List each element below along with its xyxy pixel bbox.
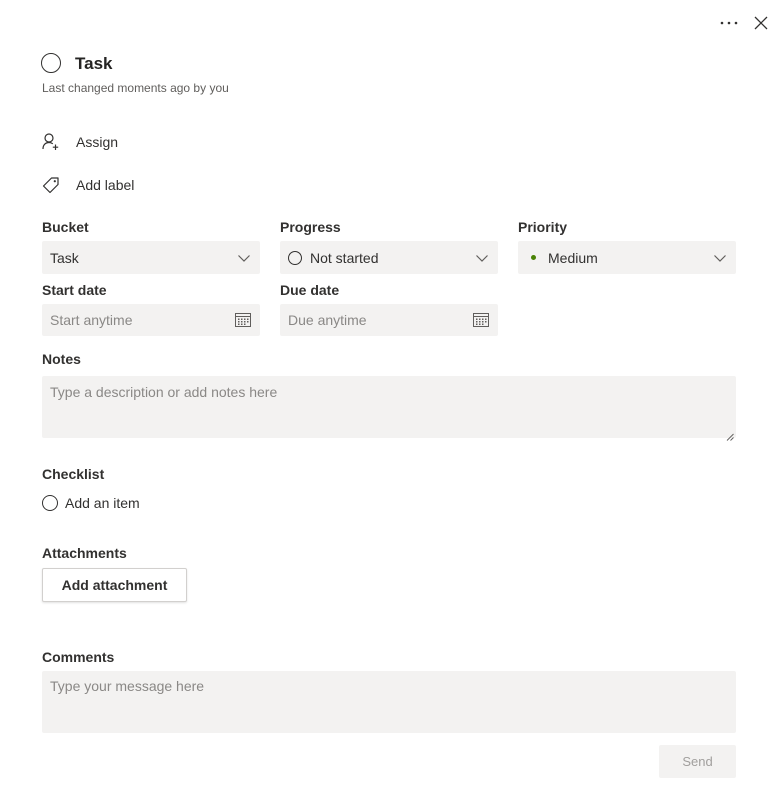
start-date-label: Start date: [42, 282, 107, 298]
bucket-value: Task: [50, 249, 79, 266]
priority-dropdown[interactable]: Medium: [518, 241, 736, 274]
start-date-placeholder: Start anytime: [50, 312, 133, 328]
calendar-icon[interactable]: [472, 311, 490, 329]
attachments-label: Attachments: [42, 545, 127, 561]
comment-placeholder: Type your message here: [50, 678, 205, 694]
bucket-label: Bucket: [42, 219, 89, 235]
add-checklist-item[interactable]: Add an item: [42, 494, 140, 512]
add-attachment-button[interactable]: Add attachment: [42, 568, 187, 602]
priority-value: Medium: [548, 249, 598, 266]
mark-complete-circle[interactable]: [41, 53, 61, 73]
priority-label: Priority: [518, 219, 568, 235]
notes-placeholder: Type a description or add notes here: [50, 384, 278, 400]
send-button[interactable]: Send: [659, 745, 736, 778]
task-title[interactable]: Task: [75, 53, 113, 75]
calendar-icon[interactable]: [234, 311, 252, 329]
due-date-picker[interactable]: Due anytime: [280, 304, 498, 336]
due-date-placeholder: Due anytime: [288, 312, 367, 328]
due-date-label: Due date: [280, 282, 340, 298]
progress-label: Progress: [280, 219, 341, 235]
start-date-picker[interactable]: Start anytime: [42, 304, 260, 336]
progress-dropdown[interactable]: Not started: [280, 241, 498, 274]
resize-grip-icon[interactable]: [726, 428, 734, 441]
checklist-label: Checklist: [42, 466, 105, 482]
add-label-text: Add label: [76, 177, 135, 193]
priority-dot-icon: [531, 255, 536, 260]
assign-button[interactable]: Assign: [40, 130, 118, 154]
not-started-circle-icon: [288, 250, 302, 265]
assign-label: Assign: [76, 134, 119, 150]
checklist-circle-icon: [42, 495, 58, 511]
chevron-down-icon: [236, 250, 252, 266]
close-icon: [754, 16, 768, 30]
person-add-icon: [40, 131, 62, 153]
chevron-down-icon: [474, 250, 490, 266]
comment-textarea[interactable]: Type your message here: [42, 671, 736, 733]
add-item-label: Add an item: [65, 495, 140, 511]
more-options-button[interactable]: [716, 12, 742, 34]
bucket-dropdown[interactable]: Task: [42, 241, 260, 274]
last-changed-text: Last changed moments ago by you: [42, 81, 229, 95]
add-label-button[interactable]: Add label: [40, 173, 134, 197]
comments-label: Comments: [42, 649, 115, 665]
notes-textarea[interactable]: Type a description or add notes here: [42, 376, 736, 441]
chevron-down-icon: [712, 250, 728, 266]
tag-icon: [40, 174, 62, 196]
progress-value: Not started: [310, 249, 379, 266]
notes-label: Notes: [42, 351, 81, 367]
more-ellipsis-icon: [720, 21, 738, 25]
close-button[interactable]: [750, 12, 772, 34]
